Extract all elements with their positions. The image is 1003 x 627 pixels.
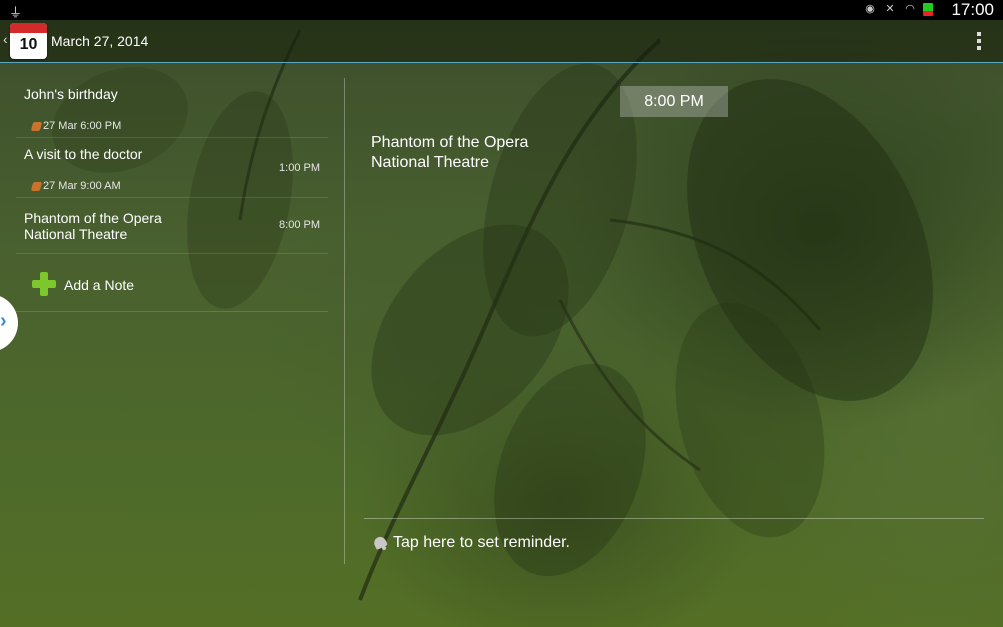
bell-icon <box>30 121 43 131</box>
add-note-button[interactable]: Add a Note <box>16 254 328 312</box>
date-title[interactable]: March 27, 2014 <box>51 33 148 49</box>
bell-icon <box>30 181 43 191</box>
note-time: 1:00 PM <box>279 162 320 174</box>
set-reminder-button[interactable]: Tap here to set reminder. <box>372 534 570 552</box>
status-clock: 17:00 <box>951 0 994 19</box>
calendar-icon[interactable]: 10 <box>10 23 47 59</box>
battery-icon <box>923 3 933 16</box>
list-item[interactable]: A visit to the doctor 1:00 PM 27 Mar 9:0… <box>16 138 328 198</box>
note-body-text[interactable]: Phantom of the Opera National Theatre <box>371 133 871 173</box>
list-item[interactable]: John's birthday 27 Mar 6:00 PM <box>16 78 328 138</box>
note-reminder: 27 Mar 6:00 PM <box>30 120 122 132</box>
eye-icon: ◉ <box>865 3 875 15</box>
reminder-prompt: Tap here to set reminder. <box>393 534 570 551</box>
note-reminder: 27 Mar 9:00 AM <box>30 180 121 192</box>
status-bar: ⏚ ◉ ✕ ◠ 17:00 <box>0 0 1003 20</box>
note-time: 8:00 PM <box>279 219 320 231</box>
back-chevron-icon[interactable]: ‹ <box>3 31 8 47</box>
note-title: A visit to the doctor <box>24 146 143 162</box>
note-title: Phantom of the Opera National Theatre <box>24 210 162 242</box>
overflow-menu-icon[interactable] <box>977 32 981 50</box>
usb-icon: ⏚ <box>9 5 23 20</box>
reminder-time: 27 Mar 9:00 AM <box>43 180 121 192</box>
add-note-label: Add a Note <box>64 277 135 293</box>
pane-divider <box>344 78 345 564</box>
bell-icon <box>372 535 390 551</box>
action-bar: ‹ 10 March 27, 2014 <box>0 20 1003 63</box>
chevron-right-icon: › <box>0 310 7 332</box>
calendar-day-number: 10 <box>19 36 38 53</box>
plus-icon <box>32 272 56 296</box>
detail-time-button[interactable]: 8:00 PM <box>620 86 728 117</box>
reminder-divider <box>364 518 984 519</box>
list-item[interactable]: Phantom of the Opera National Theatre 8:… <box>16 198 328 254</box>
note-title: John's birthday <box>24 86 118 102</box>
wifi-icon: ◠ <box>905 3 915 15</box>
mute-icon: ✕ <box>885 3 895 15</box>
reminder-time: 27 Mar 6:00 PM <box>43 120 122 132</box>
note-list: John's birthday 27 Mar 6:00 PM A visit t… <box>16 78 328 312</box>
